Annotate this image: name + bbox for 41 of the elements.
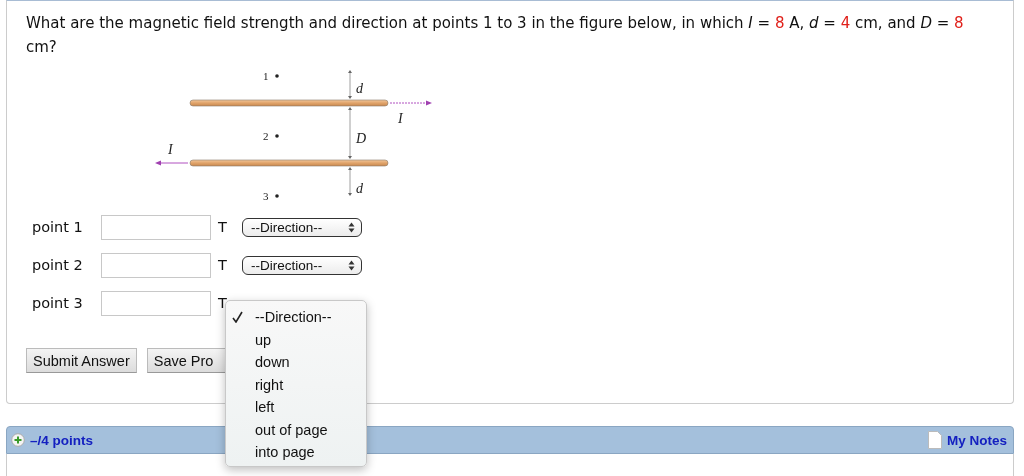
current-label: I [398,111,403,126]
updown-icon [348,259,355,271]
dimension-arrow [348,167,352,196]
current-label: I [168,142,173,157]
direction-select[interactable]: --Direction-- [242,217,362,237]
point-dot [275,134,279,138]
gap-label: d [356,81,363,96]
points-text: –/4 points [30,432,93,448]
dropdown-option[interactable]: right [226,373,366,396]
point-label: 1 [263,70,269,82]
unit-label: T [218,219,228,235]
point-label: 3 [263,190,269,202]
document-icon [928,431,942,449]
dropdown-option[interactable]: up [226,328,366,351]
question-text: What are the magnetic field strength and direction at points 1 to 3 in the figure below, in which I = 8 A, d = 4 cm, and D = 8 cm? [26,13,965,58]
answer-field[interactable] [101,252,211,278]
dropdown-option[interactable]: out of page [226,418,366,441]
unit-label: T [218,257,228,273]
current-arrow [155,160,189,166]
gap-label: d [356,181,363,196]
current-arrow [389,100,432,106]
expand-icon[interactable] [11,433,25,447]
unit-label: T [218,295,228,311]
answer-field[interactable] [101,290,211,316]
point-label: point 1 [32,219,84,235]
dropdown-option[interactable]: into page [226,441,366,464]
updown-icon [348,221,355,233]
point-dot [275,194,279,198]
point-dot [275,74,279,78]
submit-button[interactable]: Submit Answer [26,348,137,373]
dropdown-option[interactable]: --Direction-- [226,306,366,329]
answer-field[interactable] [101,214,211,240]
dropdown-option[interactable]: left [226,396,366,419]
point-label: point 3 [32,295,84,311]
point-label: point 2 [32,257,84,273]
dimension-arrow [348,107,352,159]
point-label: 2 [263,130,269,142]
direction-select[interactable]: --Direction-- [242,255,362,275]
dimension-arrow [348,70,352,99]
gap-label: D [356,131,367,146]
my-notes-link[interactable]: My Notes [947,432,1007,448]
